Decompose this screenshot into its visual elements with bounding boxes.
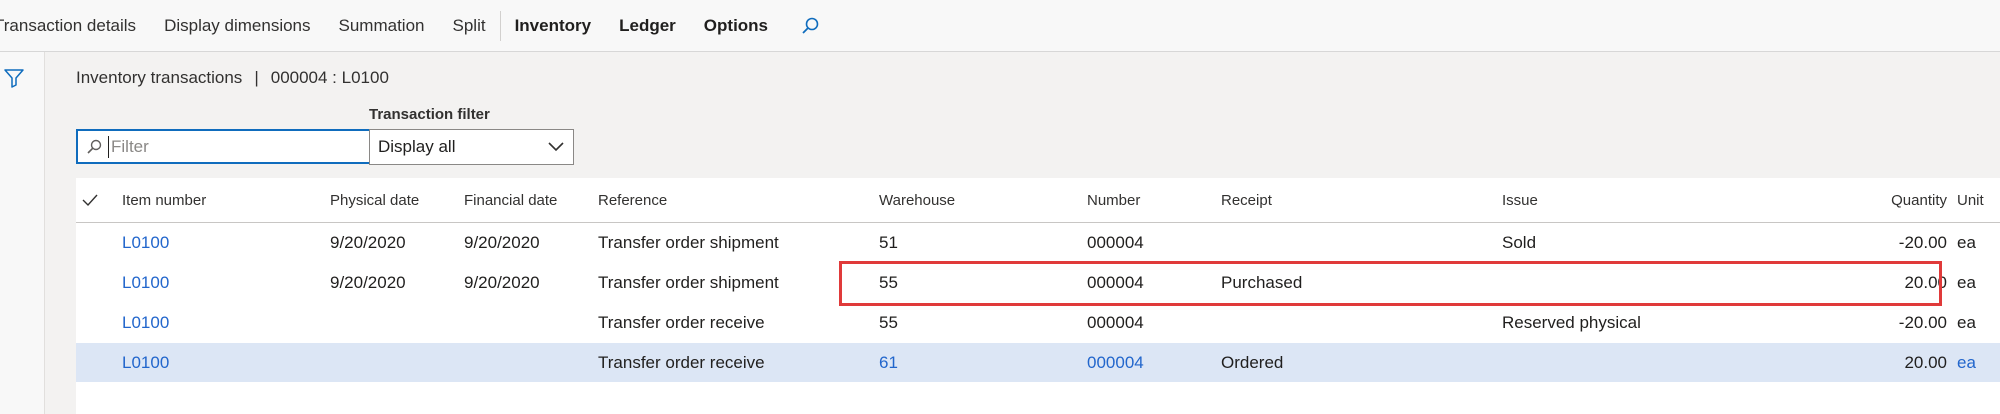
warehouse-cell: 55	[879, 272, 898, 292]
column-header-unit[interactable]: Unit	[1957, 178, 1984, 222]
financial-date-cell: 9/20/2020	[464, 232, 540, 252]
number-link[interactable]: 000004	[1087, 343, 1144, 382]
split-button[interactable]: Split	[439, 16, 500, 36]
inventory-transactions-grid: Item number Physical date Financial date…	[76, 178, 2000, 414]
table-row[interactable]: L0100 9/20/2020 9/20/2020 Transfer order…	[76, 223, 2000, 263]
table-row[interactable]: L0100 9/20/2020 9/20/2020 Transfer order…	[76, 263, 2000, 303]
left-rail	[0, 52, 45, 414]
physical-date-cell: 9/20/2020	[330, 232, 406, 252]
display-dimensions-button[interactable]: Display dimensions	[150, 16, 324, 36]
filter-field[interactable]	[76, 129, 419, 164]
select-all-checkmark-icon[interactable]	[82, 178, 98, 222]
inventory-menu[interactable]: Inventory	[501, 16, 606, 36]
item-number-link[interactable]: L0100	[122, 223, 169, 262]
unit-link[interactable]: ea	[1957, 343, 1976, 382]
receipt-cell: Purchased	[1221, 272, 1303, 292]
grid-header: Item number Physical date Financial date…	[76, 178, 2000, 223]
number-cell: 000004	[1087, 232, 1144, 252]
number-cell: 000004	[1087, 272, 1144, 292]
number-cell: 000004	[1087, 312, 1144, 332]
filter-input[interactable]	[108, 135, 403, 158]
issue-cell: Sold	[1502, 232, 1537, 252]
column-header-number[interactable]: Number	[1087, 178, 1140, 222]
page-title: Inventory transactions	[76, 68, 243, 87]
quantity-cell: 20.00	[1904, 272, 1947, 292]
column-header-receipt[interactable]: Receipt	[1221, 178, 1272, 222]
action-pane: Transaction details Display dimensions S…	[0, 0, 2000, 52]
item-number-link[interactable]: L0100	[122, 303, 169, 342]
reference-cell: Transfer order receive	[598, 312, 765, 332]
column-header-quantity[interactable]: Quantity	[1816, 178, 1947, 222]
warehouse-link[interactable]: 61	[879, 343, 898, 382]
search-icon	[86, 139, 102, 155]
column-header-reference[interactable]: Reference	[598, 178, 667, 222]
summation-button[interactable]: Summation	[325, 16, 439, 36]
funnel-icon[interactable]	[3, 67, 25, 94]
column-header-physical-date[interactable]: Physical date	[330, 178, 419, 222]
item-number-link[interactable]: L0100	[122, 343, 169, 382]
transaction-filter-dropdown[interactable]: Display all	[369, 129, 574, 165]
receipt-cell: Ordered	[1221, 352, 1284, 372]
reference-cell: Transfer order receive	[598, 352, 765, 372]
unit-cell: ea	[1957, 272, 1976, 292]
financial-date-cell: 9/20/2020	[464, 272, 540, 292]
issue-cell: Reserved physical	[1502, 312, 1641, 332]
caption-context: 000004 : L0100	[270, 68, 389, 87]
transaction-filter-label: Transaction filter	[369, 106, 490, 123]
quantity-cell: -20.00	[1898, 312, 1947, 332]
reference-cell: Transfer order shipment	[598, 232, 779, 252]
chevron-down-icon	[547, 137, 565, 157]
unit-cell: ea	[1957, 312, 1976, 332]
item-number-link[interactable]: L0100	[122, 263, 169, 302]
column-header-financial-date[interactable]: Financial date	[464, 178, 557, 222]
caption-separator: |	[254, 68, 259, 87]
page-caption: Inventory transactions | 000004 : L0100	[76, 68, 389, 88]
physical-date-cell: 9/20/2020	[330, 272, 406, 292]
options-menu[interactable]: Options	[690, 16, 782, 36]
transaction-filter-value: Display all	[378, 137, 456, 156]
column-header-warehouse[interactable]: Warehouse	[879, 178, 955, 222]
ledger-menu[interactable]: Ledger	[605, 16, 690, 36]
search-icon[interactable]	[782, 16, 838, 36]
reference-cell: Transfer order shipment	[598, 272, 779, 292]
column-header-issue[interactable]: Issue	[1502, 178, 1538, 222]
warehouse-cell: 55	[879, 312, 898, 332]
warehouse-cell: 51	[879, 232, 898, 252]
unit-cell: ea	[1957, 232, 1976, 252]
transaction-details-button[interactable]: Transaction details	[0, 16, 150, 36]
quantity-cell: -20.00	[1898, 232, 1947, 252]
table-row-selected[interactable]: L0100 Transfer order receive 61 000004 O…	[76, 343, 2000, 383]
column-header-item-number[interactable]: Item number	[122, 178, 206, 222]
main-content: Inventory transactions | 000004 : L0100 Tr…	[45, 52, 2000, 414]
quantity-cell: 20.00	[1904, 352, 1947, 372]
table-row[interactable]: L0100 Transfer order receive 55 000004 R…	[76, 303, 2000, 343]
